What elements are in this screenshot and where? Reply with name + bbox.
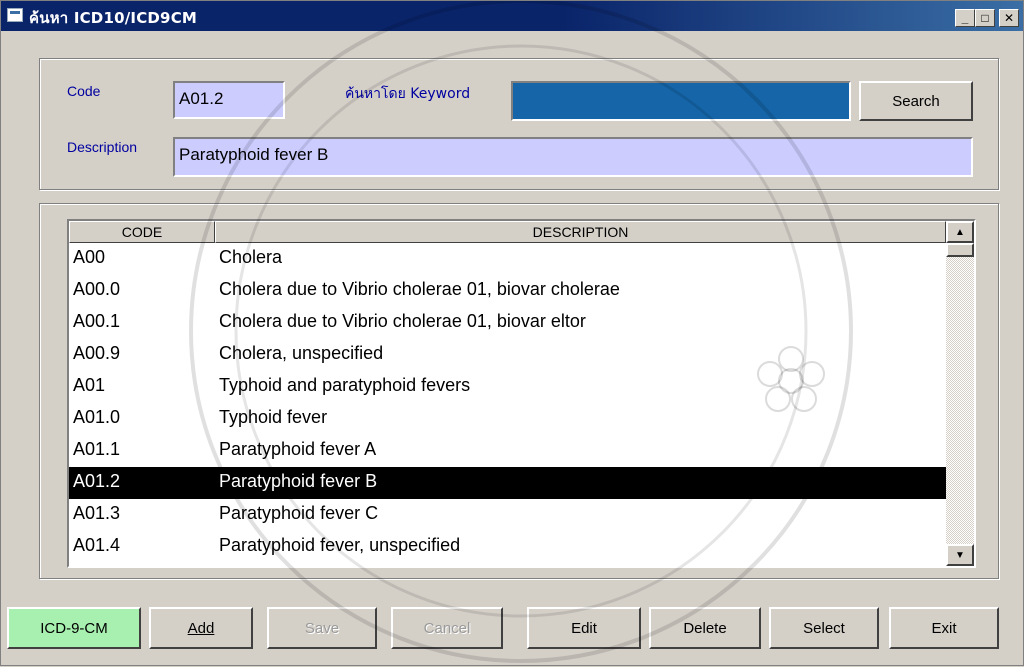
row-code: A01.0 <box>73 407 121 427</box>
edit-button-label: Edit <box>571 619 597 637</box>
scroll-thumb[interactable] <box>946 243 974 257</box>
row-description: Paratyphoid fever A <box>219 439 377 459</box>
cancel-button-label: Cancel <box>423 619 471 637</box>
row-description: Paratyphoid fever, unspecified <box>219 535 461 555</box>
row-description: Typhoid fever <box>219 407 328 427</box>
row-description: Cholera <box>219 247 283 267</box>
description-label: Description <box>67 139 138 155</box>
save-button[interactable]: Save <box>267 607 377 649</box>
row-code: A00.9 <box>73 343 121 363</box>
exit-button[interactable]: Exit <box>889 607 999 649</box>
edit-button[interactable]: Edit <box>527 607 641 649</box>
row-description: Paratyphoid fever C <box>219 503 379 523</box>
list-row[interactable]: A01.3 Paratyphoid fever C <box>69 499 946 531</box>
keyword-label: ค้นหาโดย Keyword <box>345 86 471 102</box>
row-description: Cholera, unspecified <box>219 343 384 363</box>
row-code: A01 <box>73 375 106 395</box>
list-rows: A00 Cholera A00.0 Cholera due to Vibrio cho… <box>69 243 946 563</box>
delete-button-label: Delete <box>683 619 727 637</box>
list-row[interactable]: A01.2 Paratyphoid fever B <box>69 467 946 499</box>
add-button-label: Add <box>187 619 215 637</box>
minimize-button[interactable]: _ <box>955 9 975 27</box>
list-row[interactable]: A00 Cholera <box>69 243 946 275</box>
select-button-label: Select <box>803 619 845 637</box>
row-description: Cholera due to Vibrio cholerae 01, biova… <box>219 279 620 299</box>
maximize-button[interactable]: □ <box>975 9 995 27</box>
vertical-scrollbar[interactable]: ▲ ▼ <box>946 221 974 566</box>
select-button[interactable]: Select <box>769 607 879 649</box>
save-button-label: Save <box>304 619 340 637</box>
row-description: Typhoid and paratyphoid fevers <box>219 375 471 395</box>
column-header-code[interactable]: CODE <box>69 221 215 243</box>
list-row[interactable]: A00.0 Cholera due to Vibrio cholerae 01, … <box>69 275 946 307</box>
list-row[interactable]: A01.0 Typhoid fever <box>69 403 946 435</box>
list-row[interactable]: A00.9 Cholera, unspecified <box>69 339 946 371</box>
list-row[interactable]: A00.1 Cholera due to Vibrio cholerae 01, … <box>69 307 946 339</box>
app-icon <box>7 8 23 22</box>
list-row[interactable]: A01.4 Paratyphoid fever, unspecified <box>69 531 946 563</box>
row-code: A01.2 <box>73 471 121 491</box>
row-description: Cholera due to Vibrio cholerae 01, biova… <box>219 311 586 331</box>
add-button[interactable]: Add <box>149 607 253 649</box>
row-code: A00 <box>73 247 106 267</box>
row-description: Paratyphoid fever B <box>219 471 378 491</box>
column-header-description[interactable]: DESCRIPTION <box>215 221 946 243</box>
cancel-button[interactable]: Cancel <box>391 607 503 649</box>
keyword-input[interactable] <box>511 81 851 121</box>
scroll-up-button[interactable]: ▲ <box>946 221 974 243</box>
window-title: ค้นหา ICD10/ICD9CM <box>29 9 198 27</box>
search-button[interactable]: Search <box>859 81 973 121</box>
list-row[interactable]: A01 Typhoid and paratyphoid fevers <box>69 371 946 403</box>
title-bar[interactable]: ค้นหา ICD10/ICD9CM _ □ ✕ <box>1 1 1023 31</box>
row-code: A01.3 <box>73 503 121 523</box>
list-row[interactable]: A01.1 Paratyphoid fever A <box>69 435 946 467</box>
icd-search-window: ค้นหา ICD10/ICD9CM _ □ ✕ Code A01.2 ค้นห… <box>0 0 1024 666</box>
code-field[interactable]: A01.2 <box>173 81 285 119</box>
close-button[interactable]: ✕ <box>999 9 1019 27</box>
row-code: A01.1 <box>73 439 121 459</box>
row-code: A00.0 <box>73 279 121 299</box>
scroll-down-button[interactable]: ▼ <box>946 544 974 566</box>
code-label: Code <box>67 83 101 99</box>
description-field[interactable]: Paratyphoid fever B <box>173 137 973 177</box>
exit-button-label: Exit <box>931 619 957 637</box>
delete-button[interactable]: Delete <box>649 607 761 649</box>
icd-code-list[interactable]: CODE DESCRIPTION A00 Cholera A00.0 Cholera … <box>67 219 976 568</box>
row-code: A01.4 <box>73 535 121 555</box>
row-code: A00.1 <box>73 311 121 331</box>
icd9cm-button[interactable]: ICD-9-CM <box>7 607 141 649</box>
list-header: CODE DESCRIPTION <box>69 221 946 243</box>
